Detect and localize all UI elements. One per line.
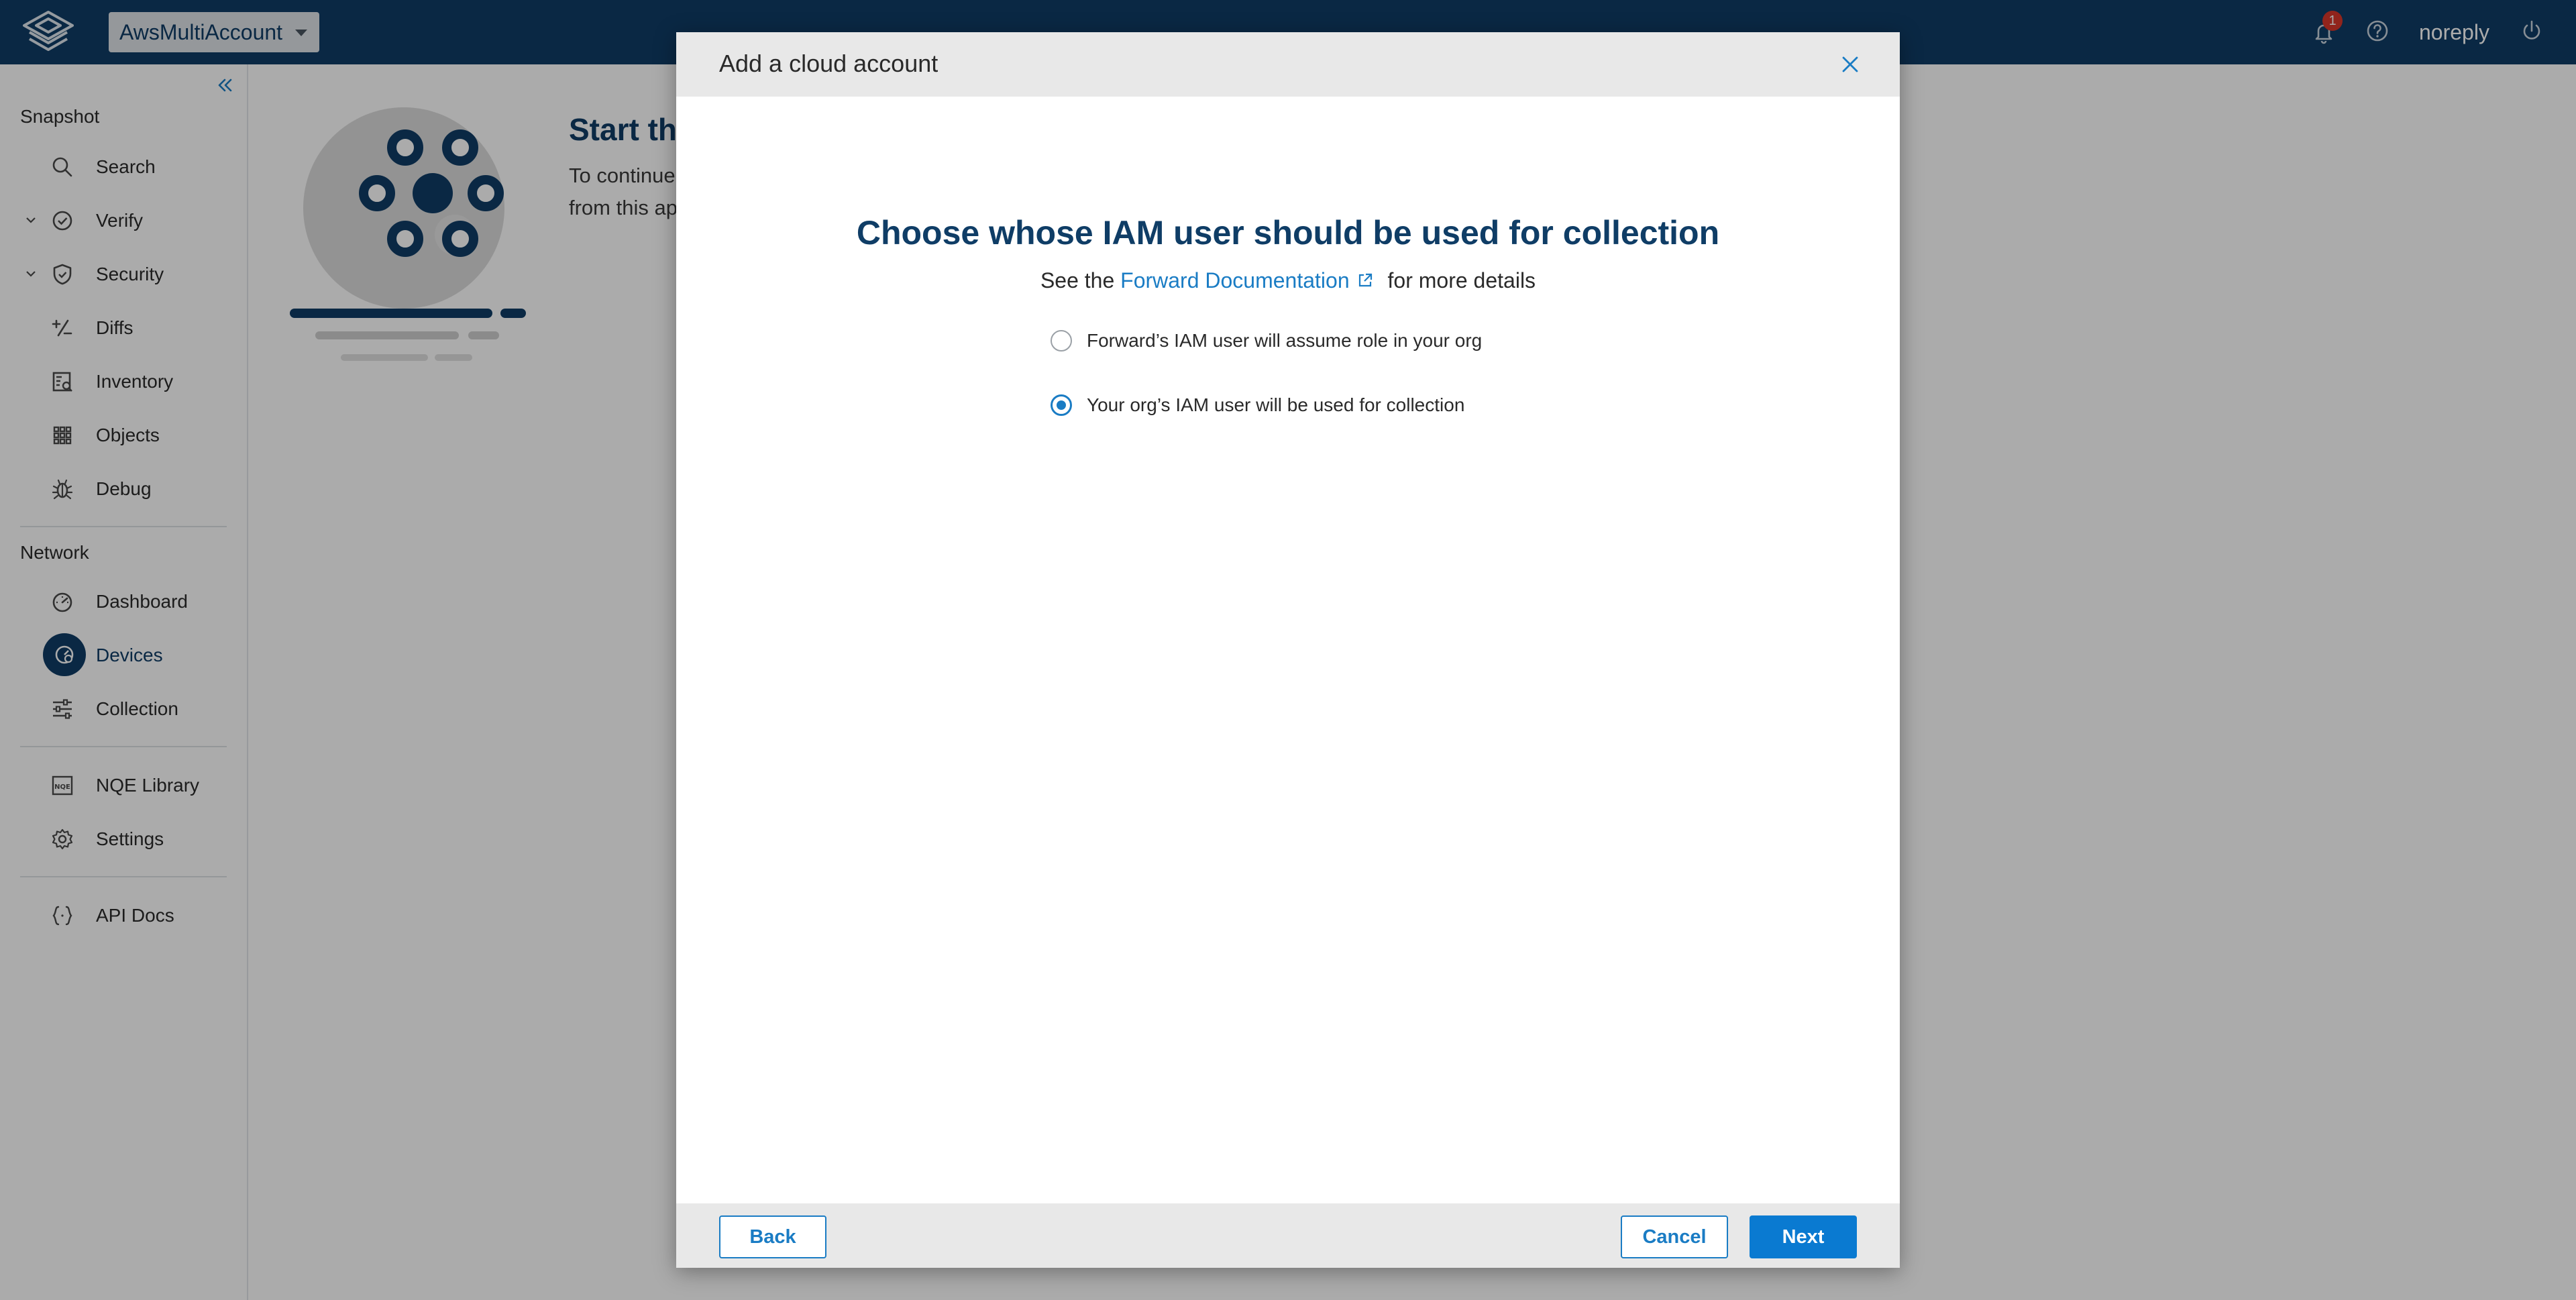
next-button[interactable]: Next [1750,1215,1857,1258]
back-button[interactable]: Back [719,1215,826,1258]
hint-suffix: for more details [1381,268,1536,292]
dialog-heading: Choose whose IAM user should be used for… [856,214,1720,252]
external-link-icon[interactable] [1356,272,1374,289]
radio-button-selected[interactable] [1051,394,1072,416]
option-forward-iam-user[interactable]: Forward’s IAM user will assume role in y… [1051,326,1482,356]
option-label[interactable]: Your org’s IAM user will be used for col… [1087,394,1464,416]
dialog-footer: Back Cancel Next [676,1203,1900,1268]
dialog-header: Add a cloud account [676,32,1900,97]
radio-button[interactable] [1051,330,1072,351]
option-org-iam-user[interactable]: Your org’s IAM user will be used for col… [1051,390,1464,420]
close-icon[interactable] [1837,51,1864,78]
dialog-title: Add a cloud account [719,50,938,77]
documentation-hint: See the Forward Documentation for more d… [676,268,1900,293]
option-label[interactable]: Forward’s IAM user will assume role in y… [1087,330,1482,351]
cancel-button[interactable]: Cancel [1621,1215,1728,1258]
hint-prefix: See the [1040,268,1121,292]
forward-documentation-link[interactable]: Forward Documentation [1120,268,1349,292]
add-cloud-account-dialog: Add a cloud account Choose whose IAM use… [676,32,1900,1268]
